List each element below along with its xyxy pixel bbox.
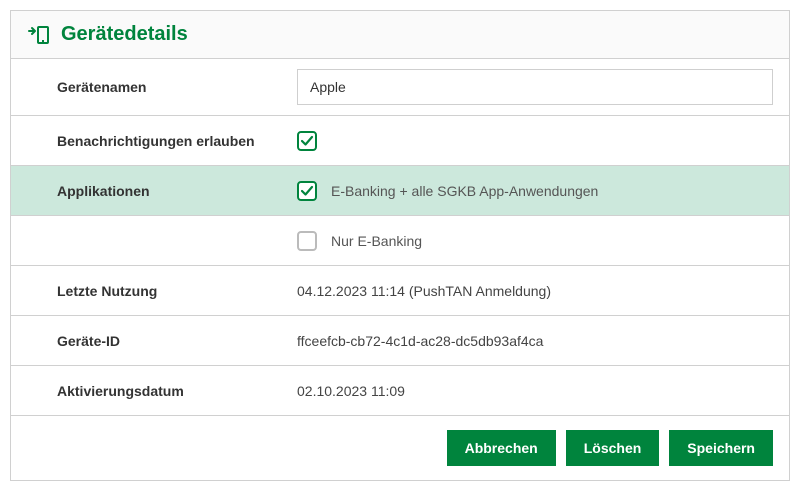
row-applications-option2: Nur E-Banking <box>11 216 789 266</box>
application-option2-label: Nur E-Banking <box>331 233 422 249</box>
application-option2-checkbox[interactable] <box>297 231 317 251</box>
device-icon <box>27 25 51 45</box>
label-notifications: Benachrichtigungen erlauben <box>27 133 297 149</box>
delete-button[interactable]: Löschen <box>566 430 660 466</box>
value-last-use: 04.12.2023 11:14 (PushTAN Anmeldung) <box>297 273 773 309</box>
row-device-id: Geräte-ID ffceefcb-cb72-4c1d-ac28-dc5db9… <box>11 316 789 366</box>
row-applications-option1: Applikationen E-Banking + alle SGKB App-… <box>11 166 789 216</box>
label-applications: Applikationen <box>27 183 297 199</box>
panel-title: Gerätedetails <box>61 23 188 46</box>
cancel-button[interactable]: Abbrechen <box>447 430 556 466</box>
application-option1-checkbox[interactable] <box>297 181 317 201</box>
application-option1-label: E-Banking + alle SGKB App-Anwendungen <box>331 183 598 199</box>
row-notifications: Benachrichtigungen erlauben <box>11 116 789 166</box>
value-device-id: ffceefcb-cb72-4c1d-ac28-dc5db93af4ca <box>297 323 773 359</box>
device-name-input[interactable] <box>297 69 773 105</box>
label-device-id: Geräte-ID <box>27 333 297 349</box>
button-bar: Abbrechen Löschen Speichern <box>11 416 789 480</box>
label-activation-date: Aktivierungsdatum <box>27 383 297 399</box>
row-device-name: Gerätenamen <box>11 59 789 116</box>
label-last-use: Letzte Nutzung <box>27 283 297 299</box>
row-last-use: Letzte Nutzung 04.12.2023 11:14 (PushTAN… <box>11 266 789 316</box>
device-details-panel: Gerätedetails Gerätenamen Benachrichtigu… <box>10 10 790 481</box>
save-button[interactable]: Speichern <box>669 430 773 466</box>
row-activation-date: Aktivierungsdatum 02.10.2023 11:09 <box>11 366 789 416</box>
notifications-checkbox[interactable] <box>297 131 317 151</box>
panel-header: Gerätedetails <box>11 11 789 59</box>
label-device-name: Gerätenamen <box>27 79 297 95</box>
value-activation-date: 02.10.2023 11:09 <box>297 373 773 409</box>
